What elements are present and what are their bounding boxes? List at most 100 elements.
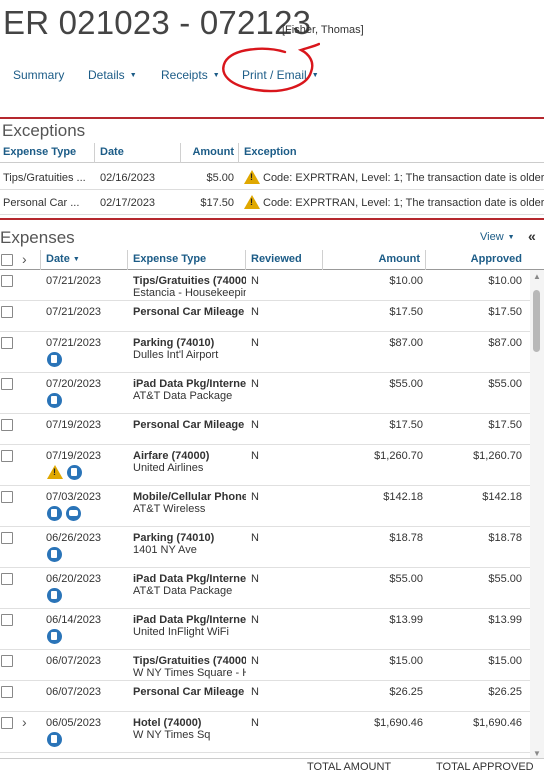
row-checkbox[interactable] [1,450,13,462]
expense-type: Tips/Gratuities (74000) [133,275,246,287]
receipt-icon[interactable] [47,588,62,603]
expense-approved: $26.25 [488,686,522,698]
expense-vendor: AT&T Data Package [133,585,233,597]
row-checkbox[interactable] [1,306,13,318]
row-checkbox[interactable] [1,491,13,503]
col-approved[interactable]: Approved [471,253,522,265]
row-icons [47,393,66,409]
tab-print-email[interactable]: Print / Email ▼ [242,68,319,82]
tab-summary[interactable]: Summary [13,68,64,82]
col-expense-type[interactable]: Expense Type [3,146,76,158]
warning-icon[interactable] [47,465,63,479]
column-divider [180,143,181,163]
expense-vendor: W NY Times Square - Housekeeping [133,667,246,679]
expense-row[interactable]: 06/14/2023 iPad Data Pkg/Internet United I… [0,609,530,650]
select-all-checkbox[interactable] [1,254,13,266]
exception-row[interactable]: Personal Car ... 02/17/2023 $17.50 Code:… [0,191,544,215]
col-date[interactable]: Date [100,146,124,158]
expense-date: 07/20/2023 [46,378,102,390]
row-icons [47,629,66,645]
expense-row[interactable]: 07/20/2023 iPad Data Pkg/Internet AT&T Dat… [0,373,530,414]
receipt-icon[interactable] [47,352,62,367]
expense-approved: $18.78 [488,532,522,544]
expense-approved: $17.50 [488,306,522,318]
expenses-divider [0,218,544,220]
expense-vendor: Dulles Int'l Airport [133,349,219,361]
row-checkbox[interactable] [1,686,13,698]
expense-date: 07/21/2023 [46,337,102,349]
warning-icon [244,170,260,184]
expense-row[interactable]: 06/07/2023 Personal Car Mileage N $26.25 $26… [0,681,530,712]
chevron-down-icon: ▼ [129,72,137,79]
expense-approved: $142.18 [482,491,522,503]
scrollbar-thumb[interactable] [533,290,540,352]
expand-all-icon[interactable]: › [22,251,27,267]
col-amount[interactable]: Amount [192,146,234,158]
col-exception[interactable]: Exception [244,146,297,158]
expand-row-icon[interactable]: › [22,714,27,730]
comment-icon[interactable] [66,506,81,521]
expense-row[interactable]: 07/03/2023 Mobile/Cellular Phone AT&T Wire… [0,486,530,527]
expense-date: 06/14/2023 [46,614,102,626]
expense-type: iPad Data Pkg/Internet [133,614,246,626]
scroll-down-icon[interactable]: ▼ [533,749,541,758]
row-checkbox[interactable] [1,337,13,349]
row-checkbox[interactable] [1,573,13,585]
expense-amount: $15.00 [389,655,423,667]
receipt-icon[interactable] [47,393,62,408]
expense-type: Personal Car Mileage [133,686,245,698]
expense-type: Mobile/Cellular Phone [133,491,246,503]
scroll-up-icon[interactable]: ▲ [533,272,541,281]
expense-row[interactable]: 07/21/2023 Parking (74010) Dulles Int'l Ai… [0,332,530,373]
expense-row[interactable]: 07/19/2023 Airfare (74000) United Airlines… [0,445,530,486]
view-menu[interactable]: View ▼ [480,231,515,243]
expense-date: 07/21/2023 [46,306,102,318]
col-reviewed[interactable]: Reviewed [251,253,302,265]
expense-type: Airfare (74000) [133,450,210,462]
collapse-panel-icon[interactable]: « [528,228,536,244]
expense-row[interactable]: 06/26/2023 Parking (74010) 1401 NY Ave N $18… [0,527,530,568]
row-checkbox[interactable] [1,717,13,729]
expense-amount: $18.78 [389,532,423,544]
expense-row[interactable]: 07/19/2023 Personal Car Mileage N $17.50 $17… [0,414,530,445]
expense-row[interactable]: 06/07/2023 Tips/Gratuities (74000) W NY Ti… [0,650,530,681]
expense-amount: $17.50 [389,419,423,431]
row-checkbox[interactable] [1,275,13,287]
row-checkbox[interactable] [1,378,13,390]
exception-type: Tips/Gratuities ... [3,172,86,184]
col-expense-type[interactable]: Expense Type [133,253,206,265]
expense-row[interactable]: 07/21/2023 Tips/Gratuities (74000) Estanci… [0,270,530,301]
receipt-icon[interactable] [47,629,62,644]
column-divider [94,143,95,163]
expense-vendor: United Airlines [133,462,204,474]
receipt-icon[interactable] [47,732,62,747]
vertical-scrollbar[interactable]: ▲ ▼ [530,270,544,760]
tab-receipts[interactable]: Receipts ▼ [161,68,220,82]
expense-row[interactable]: 06/20/2023 iPad Data Pkg/Internet AT&T Dat… [0,568,530,609]
expense-reviewed: N [251,306,259,318]
receipt-icon[interactable] [47,547,62,562]
receipt-icon[interactable] [47,506,62,521]
expense-date: 07/19/2023 [46,419,102,431]
row-checkbox[interactable] [1,532,13,544]
expense-date: 06/05/2023 [46,717,102,729]
receipt-icon[interactable] [67,465,82,480]
exception-amount: $5.00 [206,172,234,184]
row-checkbox[interactable] [1,419,13,431]
row-checkbox[interactable] [1,655,13,667]
exception-row[interactable]: Tips/Gratuities ... 02/16/2023 $5.00 Cod… [0,166,544,190]
exceptions-title: Exceptions [2,121,86,140]
column-divider [127,250,128,270]
row-checkbox[interactable] [1,614,13,626]
expense-reviewed: N [251,450,259,462]
col-amount[interactable]: Amount [378,253,420,265]
col-date[interactable]: Date ▼ [46,253,80,265]
expense-row[interactable]: 07/21/2023 Personal Car Mileage N $17.50 $17… [0,301,530,332]
total-amount-label: TOTAL AMOUNT [307,761,392,772]
chevron-down-icon: ▼ [507,234,515,241]
expense-type: Tips/Gratuities (74000) [133,655,246,667]
expense-amount: $26.25 [389,686,423,698]
tab-details[interactable]: Details ▼ [88,68,137,82]
exceptions-header-row: Expense Type Date Amount Exception [0,143,544,163]
expense-row[interactable]: › 06/05/2023 Hotel (74000) W NY Times Sq N $1… [0,712,530,753]
